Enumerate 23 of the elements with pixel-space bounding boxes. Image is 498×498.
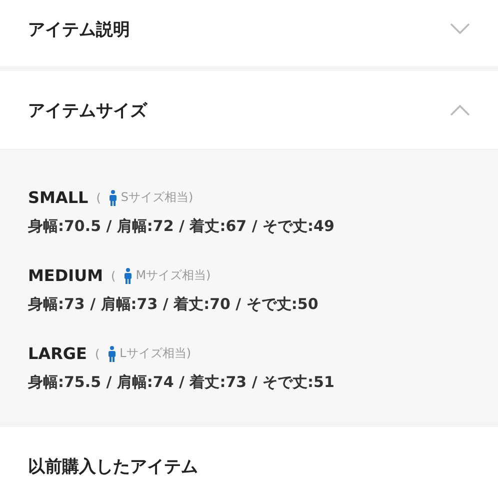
person-icon	[124, 268, 132, 284]
section-title: アイテムサイズ	[28, 100, 147, 122]
section-header[interactable]: アイテム説明	[0, 0, 498, 66]
section-title: アイテム説明	[28, 18, 130, 40]
size-note-bracket: (	[94, 346, 100, 360]
size-note-bracket: (	[96, 190, 101, 204]
chevron-icon[interactable]	[450, 23, 470, 35]
size-measurements: 身幅:73 / 肩幅:73 / 着丈:70 / そで丈:50	[28, 295, 320, 314]
size-note: Sサイズ相当)	[120, 189, 194, 206]
chevron-icon[interactable]	[450, 104, 470, 116]
size-note: Lサイズ相当)	[120, 345, 192, 362]
person-icon	[108, 346, 116, 362]
size-note: Mサイズ相当)	[136, 267, 211, 284]
size-note-bracket: (	[111, 268, 116, 282]
section-header[interactable]: 以前購入したアイテム	[0, 427, 498, 498]
person-icon	[108, 190, 117, 206]
size-name: SMALL	[28, 188, 88, 207]
section-header[interactable]: アイテムサイズ	[0, 71, 498, 149]
size-name: MEDIUM	[28, 266, 103, 285]
size-measurements: 身幅:70.5 / 肩幅:72 / 着丈:67 / そで丈:49	[28, 217, 336, 236]
size-name: LARGE	[28, 344, 87, 363]
size-measurements: 身幅:75.5 / 肩幅:74 / 着丈:73 / そで丈:51	[28, 373, 336, 392]
section-title: 以前購入したアイテム	[28, 456, 198, 478]
